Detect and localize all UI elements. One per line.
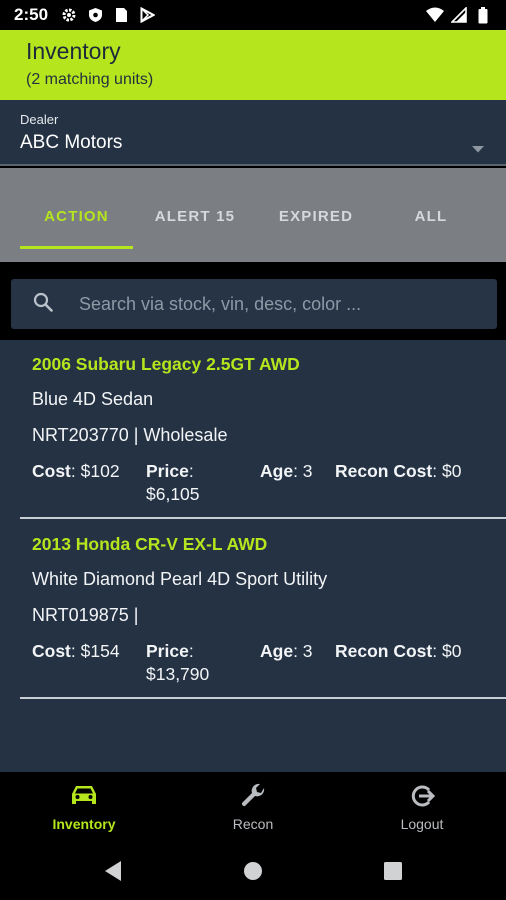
notification-icons (60, 6, 156, 24)
unit-stock-line: NRT203770 | Wholesale (32, 425, 228, 445)
unit-recon-cost: Recon Cost: $0 (335, 641, 462, 661)
unit-card[interactable]: 2006 Subaru Legacy 2.5GT AWD Blue 4D Sed… (20, 340, 506, 520)
filter-tabs: ACTION ALERT 15 EXPIRED ALL (0, 168, 506, 262)
page-title: Inventory (26, 38, 121, 64)
battery-icon (474, 6, 492, 24)
search-icon (33, 292, 53, 317)
dealer-select[interactable]: Dealer ABC Motors (0, 100, 506, 166)
tab-action[interactable]: ACTION (20, 208, 133, 225)
search-placeholder: Search via stock, vin, desc, color ... (79, 293, 362, 314)
status-time: 2:50 (14, 5, 49, 24)
wrench-icon (193, 782, 313, 810)
unit-description: Blue 4D Sedan (32, 389, 154, 409)
tab-all[interactable]: ALL (385, 208, 477, 225)
unit-age: Age: 3 (260, 461, 313, 481)
system-icons (426, 6, 492, 24)
unit-title: 2013 Honda CR-V EX-L AWD (32, 534, 268, 554)
bottom-nav: Inventory Recon Logout (0, 772, 506, 844)
nav-recon[interactable]: Recon (193, 782, 313, 832)
home-icon[interactable] (243, 861, 263, 886)
signal-icon (450, 6, 468, 24)
dealer-value: ABC Motors (20, 132, 123, 153)
dropdown-arrow-icon (472, 140, 484, 158)
active-tab-indicator (20, 246, 133, 249)
nav-logout-label: Logout (400, 816, 444, 832)
shield-icon (86, 6, 104, 24)
sim-card-icon (112, 6, 130, 24)
app-header: Inventory (2 matching units) (0, 30, 506, 100)
search-input[interactable]: Search via stock, vin, desc, color ... (11, 279, 497, 329)
dealer-label: Dealer (20, 112, 59, 127)
nav-inventory[interactable]: Inventory (24, 782, 144, 832)
unit-list: 2006 Subaru Legacy 2.5GT AWD Blue 4D Sed… (0, 340, 506, 772)
unit-card[interactable]: 2013 Honda CR-V EX-L AWD White Diamond P… (20, 520, 506, 700)
logout-icon (362, 782, 482, 810)
nav-recon-label: Recon (232, 816, 274, 832)
nav-inventory-label: Inventory (52, 816, 116, 832)
card-divider (20, 697, 506, 699)
unit-cost: Cost: $154 (32, 641, 120, 661)
tab-alert-15[interactable]: ALERT 15 (140, 208, 250, 225)
tab-expired[interactable]: EXPIRED (262, 208, 370, 225)
unit-cost: Cost: $102 (32, 461, 120, 481)
play-store-icon (138, 6, 156, 24)
unit-price: Price: $13,790 (146, 641, 210, 684)
unit-recon-cost: Recon Cost: $0 (335, 461, 462, 481)
nav-logout[interactable]: Logout (362, 782, 482, 832)
back-icon[interactable] (103, 860, 123, 887)
status-bar: 2:50 (0, 0, 506, 30)
system-nav-bar (0, 844, 506, 900)
recents-icon[interactable] (384, 862, 402, 885)
matching-units-count: (2 matching units) (26, 71, 154, 88)
car-icon (24, 782, 144, 810)
unit-stock-line: NRT019875 | (32, 605, 139, 625)
unit-description: White Diamond Pearl 4D Sport Utility (32, 569, 328, 589)
unit-price: Price: $6,105 (146, 461, 200, 504)
wifi-icon (426, 6, 444, 24)
gear-icon (60, 6, 78, 24)
unit-age: Age: 3 (260, 641, 313, 661)
unit-title: 2006 Subaru Legacy 2.5GT AWD (32, 354, 300, 374)
card-divider (20, 517, 506, 519)
